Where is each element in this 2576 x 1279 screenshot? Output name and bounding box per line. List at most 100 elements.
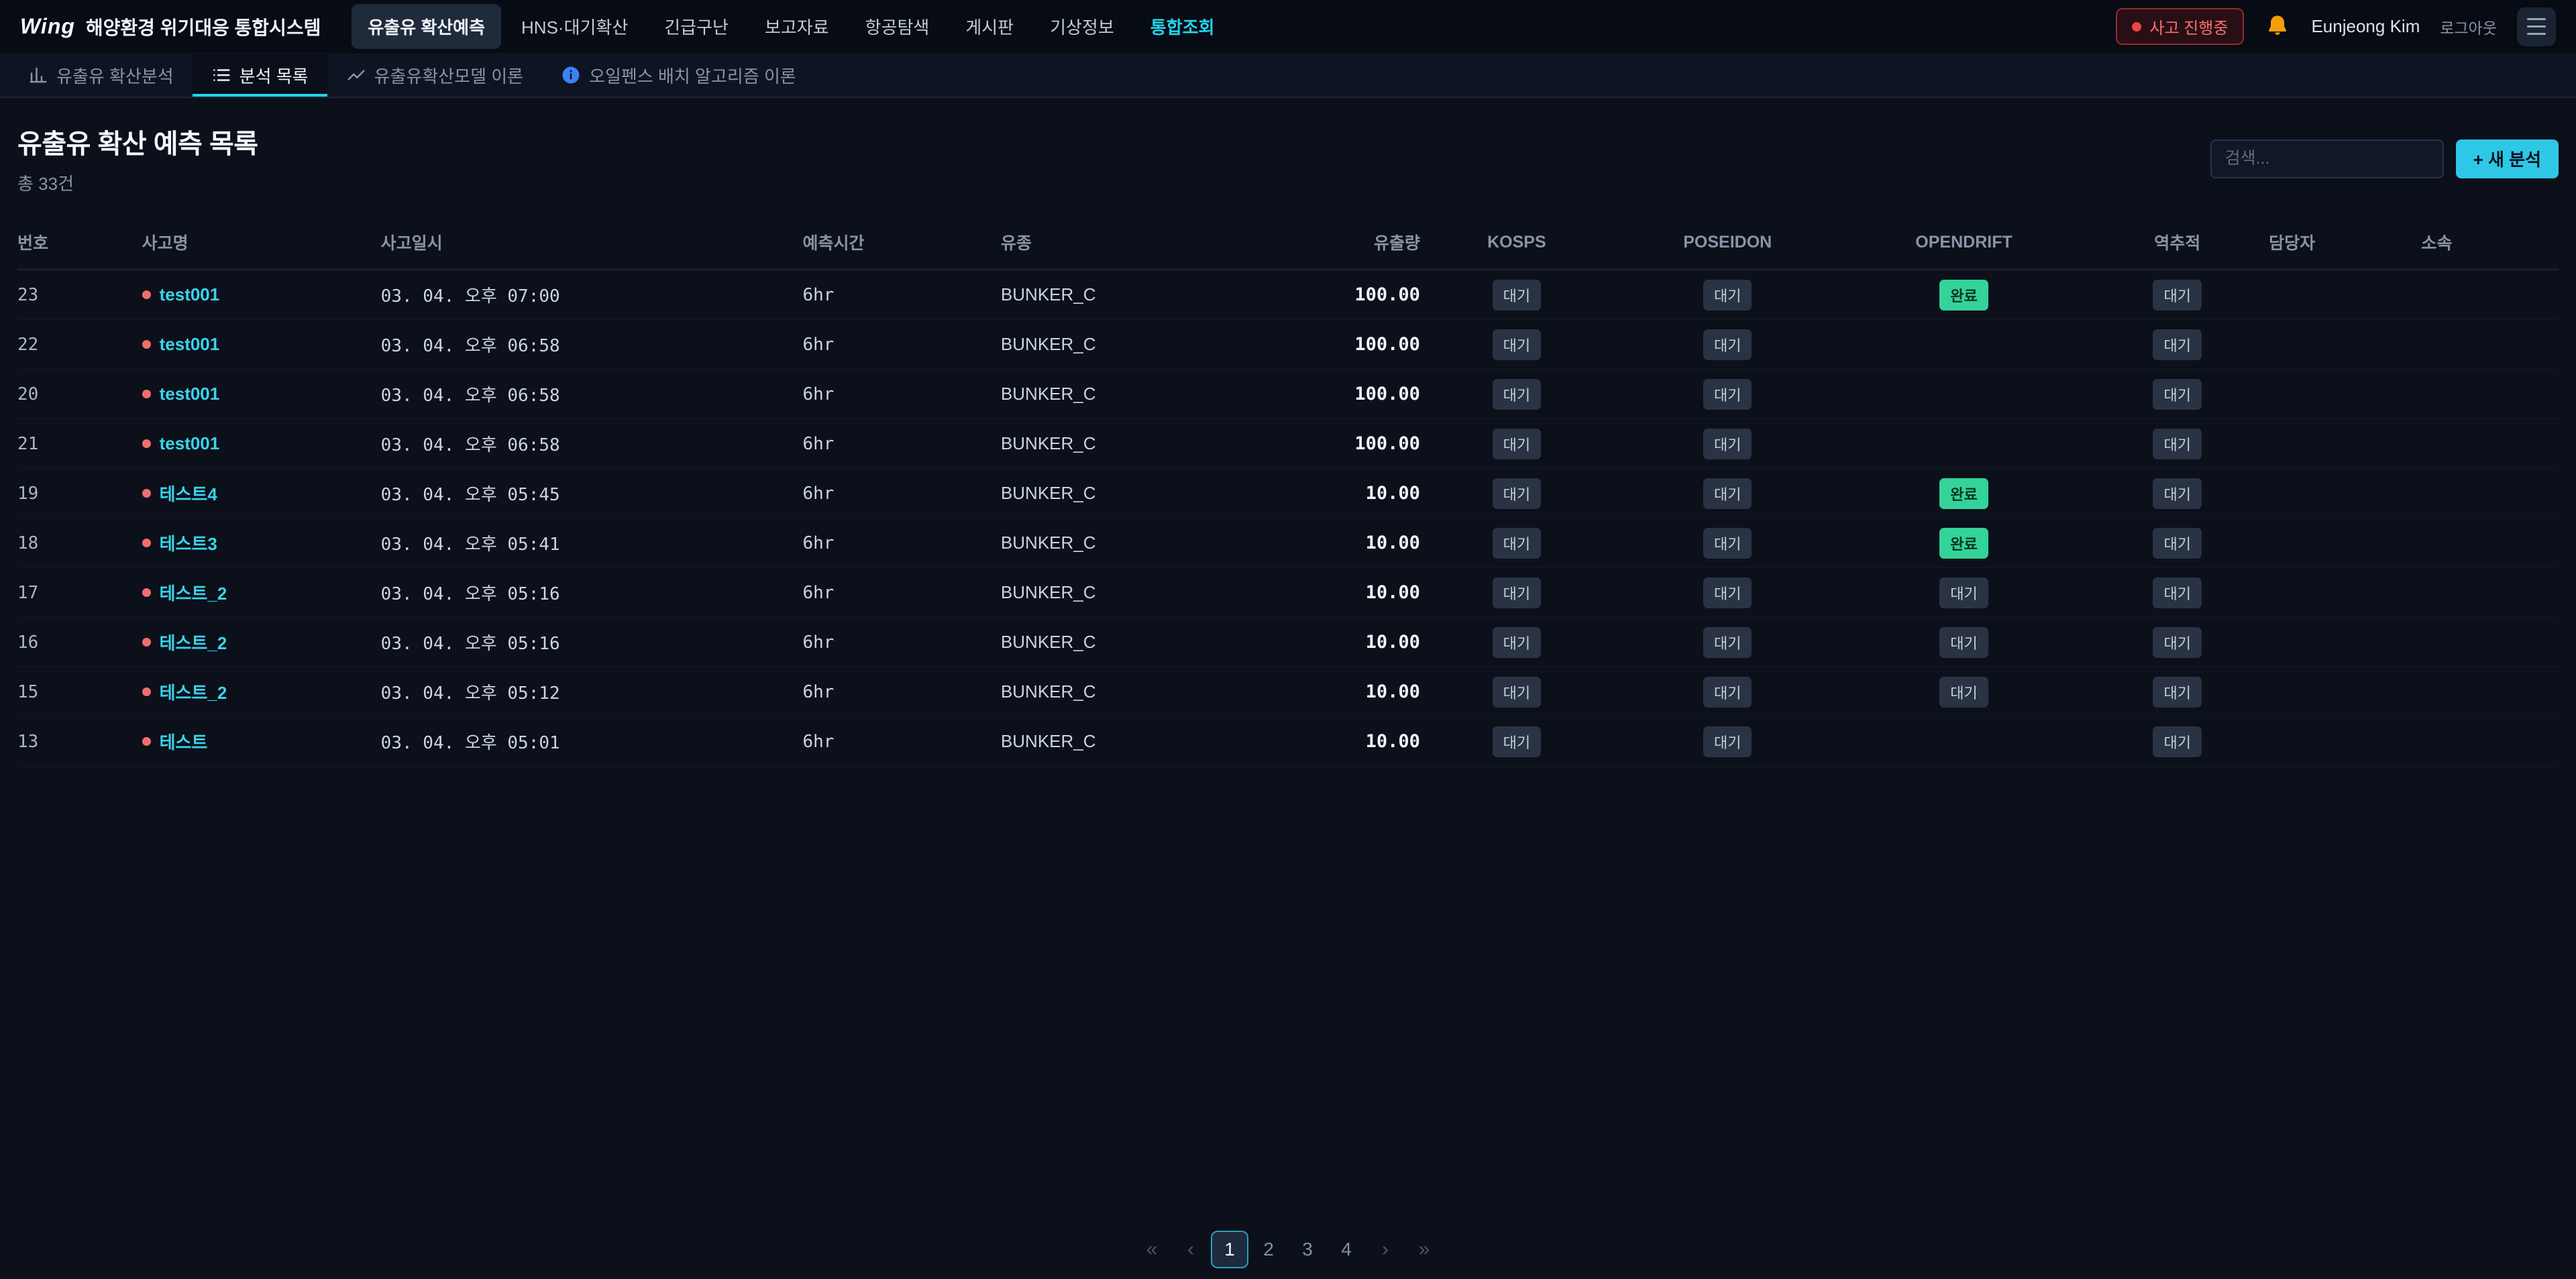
table-row[interactable]: 23 test001 03. 04. 오후 07:00 6hr BUNKER_C… — [17, 270, 2559, 320]
pagination-prev-button[interactable]: ‹ — [1172, 1231, 1210, 1268]
status-cell-opendrift: 대기 — [1842, 627, 2086, 658]
nav-item-oil-spill-prediction[interactable]: 유출유 확산예측 — [352, 4, 501, 49]
incident-link[interactable]: test001 — [160, 334, 220, 355]
notification-bell-icon[interactable] — [2264, 13, 2291, 40]
incident-datetime: 03. 04. 오후 06:58 — [381, 382, 803, 406]
incident-link[interactable]: test001 — [160, 433, 220, 454]
pagination-last-button[interactable]: » — [1405, 1231, 1443, 1268]
tab-spill-model-theory[interactable]: 유출유확산모델 이론 — [327, 54, 543, 97]
status-cell-backtrack: 대기 — [2086, 577, 2269, 608]
pagination-first-button[interactable]: « — [1133, 1231, 1171, 1268]
status-badge-opendrift: 대기 — [1939, 627, 1988, 658]
incident-link[interactable]: test001 — [160, 384, 220, 404]
col-header-poseidon: POSEIDON — [1613, 233, 1842, 252]
status-cell-kosps: 대기 — [1420, 429, 1613, 459]
tab-oil-fence-algorithm-theory[interactable]: 오일펜스 배치 알고리즘 이론 — [542, 54, 815, 97]
incident-link[interactable]: 테스트 — [160, 729, 208, 754]
pagination-page-button[interactable]: 2 — [1250, 1231, 1287, 1268]
header-actions: + 새 분석 — [2210, 140, 2559, 178]
nav-item-reports[interactable]: 보고자료 — [749, 4, 845, 49]
incident-in-progress-badge[interactable]: 사고 진행중 — [2116, 8, 2244, 45]
row-number: 19 — [17, 484, 142, 504]
oil-type: BUNKER_C — [1001, 533, 1252, 553]
status-badge-backtrack: 대기 — [2153, 429, 2201, 459]
spill-amount: 10.00 — [1252, 533, 1420, 553]
info-icon — [561, 65, 581, 85]
hamburger-menu-icon[interactable] — [2517, 7, 2556, 46]
pagination: « ‹ 1234 › » — [17, 1211, 2559, 1279]
incident-datetime: 03. 04. 오후 05:41 — [381, 531, 803, 555]
pagination-page-button[interactable]: 1 — [1211, 1231, 1248, 1268]
incident-link[interactable]: 테스트3 — [160, 531, 217, 555]
oil-type: BUNKER_C — [1001, 284, 1252, 305]
tab-label: 유출유 확산분석 — [56, 63, 174, 88]
row-number: 15 — [17, 682, 142, 702]
pagination-page-button[interactable]: 3 — [1289, 1231, 1326, 1268]
nav-item-weather[interactable]: 기상정보 — [1034, 4, 1130, 49]
total-count: 총 33건 — [17, 170, 258, 195]
status-badge-kosps: 대기 — [1493, 478, 1541, 509]
oil-type: BUNKER_C — [1001, 433, 1252, 454]
status-badge-backtrack: 대기 — [2153, 677, 2201, 708]
nav-item-emergency-rescue[interactable]: 긴급구난 — [648, 4, 745, 49]
oil-type: BUNKER_C — [1001, 632, 1252, 653]
status-badge-poseidon: 대기 — [1703, 528, 1752, 559]
incident-name-cell: 테스트4 — [142, 481, 381, 506]
table-row[interactable]: 21 test001 03. 04. 오후 06:58 6hr BUNKER_C… — [17, 419, 2559, 469]
incident-link[interactable]: 테스트_2 — [160, 630, 227, 655]
oil-type: BUNKER_C — [1001, 582, 1252, 603]
search-input[interactable] — [2210, 140, 2444, 178]
tab-label: 분석 목록 — [239, 63, 309, 88]
incident-status-dot-icon — [142, 390, 151, 398]
row-number: 20 — [17, 384, 142, 404]
nav-item-board[interactable]: 게시판 — [949, 4, 1030, 49]
status-badge-kosps: 대기 — [1493, 329, 1541, 360]
status-badge-kosps: 대기 — [1493, 577, 1541, 608]
nav-item-hns-diffusion[interactable]: HNS·대기확산 — [505, 4, 644, 49]
table-row[interactable]: 20 test001 03. 04. 오후 06:58 6hr BUNKER_C… — [17, 370, 2559, 419]
status-badge-poseidon: 대기 — [1703, 677, 1752, 708]
pagination-next-button[interactable]: › — [1366, 1231, 1404, 1268]
status-cell-backtrack: 대기 — [2086, 528, 2269, 559]
table-row[interactable]: 19 테스트4 03. 04. 오후 05:45 6hr BUNKER_C 10… — [17, 469, 2559, 518]
user-name: Eunjeong Kim — [2311, 16, 2420, 37]
spill-amount: 10.00 — [1252, 681, 1420, 702]
table-row[interactable]: 16 테스트_2 03. 04. 오후 05:16 6hr BUNKER_C 1… — [17, 618, 2559, 667]
nav-item-aerial-search[interactable]: 항공탐색 — [849, 4, 946, 49]
status-badge-kosps: 대기 — [1493, 627, 1541, 658]
logout-button[interactable]: 로그아웃 — [2440, 15, 2497, 38]
row-number: 23 — [17, 285, 142, 305]
table-row[interactable]: 13 테스트 03. 04. 오후 05:01 6hr BUNKER_C 10.… — [17, 717, 2559, 767]
status-cell-opendrift: 완료 — [1842, 478, 2086, 509]
nav-item-integrated-search[interactable]: 통합조회 — [1134, 4, 1231, 49]
status-badge-kosps: 대기 — [1493, 528, 1541, 559]
status-cell-kosps: 대기 — [1420, 379, 1613, 410]
status-badge-opendrift: 완료 — [1939, 280, 1988, 311]
status-cell-poseidon: 대기 — [1613, 280, 1842, 311]
oil-type: BUNKER_C — [1001, 483, 1252, 504]
new-analysis-button[interactable]: + 새 분석 — [2456, 140, 2559, 178]
incident-datetime: 03. 04. 오후 05:16 — [381, 580, 803, 605]
chart-icon — [28, 65, 48, 85]
logo: Wing — [20, 14, 75, 39]
table-row[interactable]: 15 테스트_2 03. 04. 오후 05:12 6hr BUNKER_C 1… — [17, 667, 2559, 717]
oil-type: BUNKER_C — [1001, 731, 1252, 752]
brand[interactable]: Wing 해양환경 위기대응 통합시스템 — [20, 13, 321, 40]
status-badge-kosps: 대기 — [1493, 379, 1541, 410]
incident-link[interactable]: test001 — [160, 284, 220, 305]
pagination-page-button[interactable]: 4 — [1328, 1231, 1365, 1268]
status-badge-kosps: 대기 — [1493, 726, 1541, 757]
status-cell-kosps: 대기 — [1420, 528, 1613, 559]
table-row[interactable]: 22 test001 03. 04. 오후 06:58 6hr BUNKER_C… — [17, 320, 2559, 370]
incident-link[interactable]: 테스트_2 — [160, 580, 227, 605]
tab-spill-analysis[interactable]: 유출유 확산분석 — [9, 54, 193, 97]
tab-analysis-list[interactable]: 분석 목록 — [193, 54, 327, 97]
table-row[interactable]: 18 테스트3 03. 04. 오후 05:41 6hr BUNKER_C 10… — [17, 518, 2559, 568]
forecast-duration: 6hr — [802, 732, 1000, 752]
table-row[interactable]: 17 테스트_2 03. 04. 오후 05:16 6hr BUNKER_C 1… — [17, 568, 2559, 618]
incident-link[interactable]: 테스트4 — [160, 481, 217, 506]
status-badge-poseidon: 대기 — [1703, 329, 1752, 360]
status-badge-backtrack: 대기 — [2153, 726, 2201, 757]
incident-link[interactable]: 테스트_2 — [160, 679, 227, 704]
status-badge-opendrift: 완료 — [1939, 528, 1988, 559]
